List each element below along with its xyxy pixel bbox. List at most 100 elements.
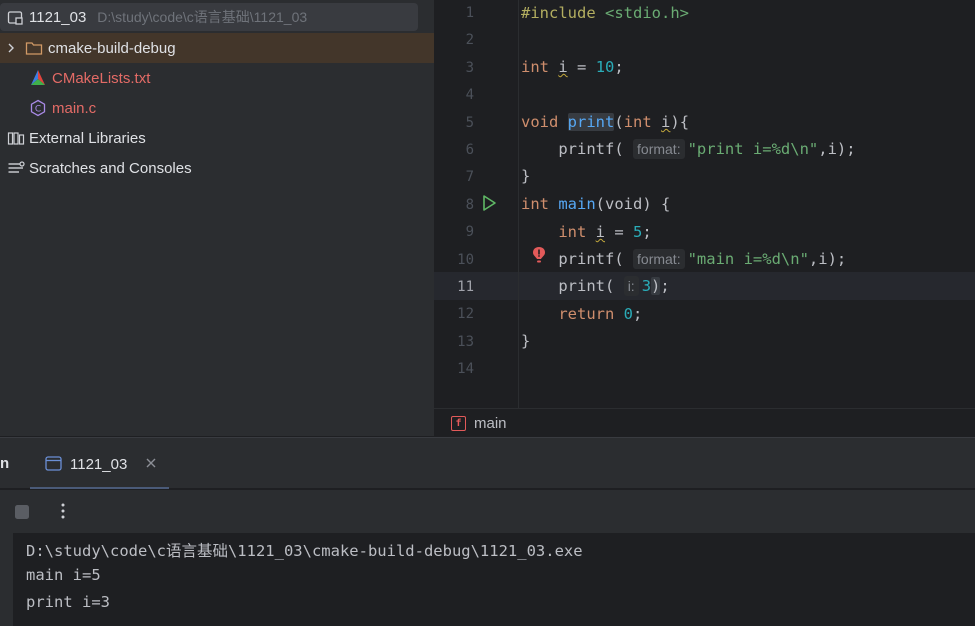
line-number: 6 xyxy=(465,142,474,158)
token: ,i); xyxy=(808,250,847,268)
token: 10 xyxy=(595,58,615,76)
console-line: D:\study\code\c语言基础\1121_03\cmake-build-… xyxy=(26,542,583,560)
token: ( xyxy=(605,277,615,295)
code-line-9[interactable]: int i = 5; xyxy=(521,219,652,246)
token: return xyxy=(558,305,615,323)
tree-item-cmakelists[interactable]: CMakeLists.txt xyxy=(0,63,434,93)
token: print xyxy=(567,113,615,131)
close-tab-icon[interactable] xyxy=(144,456,158,475)
tree-item-external-libraries[interactable]: External Libraries xyxy=(0,123,434,153)
token: main xyxy=(558,195,596,213)
inlay-hint: i: xyxy=(623,276,639,296)
line-number: 2 xyxy=(465,32,474,48)
run-tab-label: 1121_03 xyxy=(70,456,128,473)
token: (void) { xyxy=(595,195,671,213)
token: int xyxy=(558,223,587,241)
project-module-icon xyxy=(6,8,24,26)
token: printf xyxy=(558,250,615,268)
run-config-tab[interactable]: 1121_03 xyxy=(30,438,169,490)
token: ; xyxy=(660,277,670,295)
token: int xyxy=(521,195,549,213)
line-number: 14 xyxy=(457,361,474,377)
token: int xyxy=(521,58,549,76)
run-tab-partial-label: n xyxy=(0,455,10,472)
token: ; xyxy=(642,223,652,241)
code-line-7[interactable]: } xyxy=(521,163,530,190)
code-line-6[interactable]: printf( format: "print i=%d\n",i); xyxy=(521,136,856,163)
tree-item-label: main.c xyxy=(52,99,97,117)
token: ; xyxy=(633,305,643,323)
token: print xyxy=(558,277,605,295)
inlay-hint: format: xyxy=(633,249,685,269)
token: #include xyxy=(521,4,596,22)
token: ,i); xyxy=(818,140,856,158)
folder-icon xyxy=(25,39,43,57)
line-number: 4 xyxy=(465,87,474,103)
tree-item-scratches[interactable]: Scratches and Consoles xyxy=(0,153,434,183)
token: i xyxy=(558,58,568,76)
console-tab-icon xyxy=(45,456,62,476)
token: 3 xyxy=(641,277,652,295)
code-line-10[interactable]: printf( format: "main i=%d\n",i); xyxy=(521,246,846,273)
inlay-hint: format: xyxy=(633,139,685,159)
line-number: 5 xyxy=(465,115,474,131)
token: i xyxy=(661,113,671,131)
chevron-right-icon[interactable] xyxy=(5,39,17,57)
tree-item-label: CMakeLists.txt xyxy=(52,69,151,87)
token: "print i=%d\n" xyxy=(687,140,819,158)
code-line-8[interactable]: int main(void) { xyxy=(521,191,670,218)
run-console[interactable]: D:\study\code\c语言基础\1121_03\cmake-build-… xyxy=(0,533,975,626)
code-editor[interactable]: 1 2 3 4 5 6 7 8 9 10 11 12 13 14 #include <stdio.h> i… xyxy=(434,0,975,408)
token: = xyxy=(605,223,634,241)
console-line: print i=3 xyxy=(26,593,110,611)
c-file-icon: C xyxy=(29,99,47,117)
tree-item-main-c[interactable]: C main.c xyxy=(0,93,434,123)
token: ( xyxy=(614,140,624,158)
function-icon: f xyxy=(451,416,466,431)
code-line-5[interactable]: void print(int i){ xyxy=(521,109,689,136)
token: i xyxy=(595,223,606,241)
editor-breadcrumb[interactable]: f main xyxy=(434,408,975,438)
code-line-13[interactable]: } xyxy=(521,328,530,355)
run-toolbar xyxy=(0,489,975,534)
line-number: 12 xyxy=(457,306,474,322)
token: 5 xyxy=(633,223,643,241)
token: ; xyxy=(614,58,624,76)
token: = xyxy=(567,58,596,76)
scratches-icon xyxy=(7,159,25,177)
token: } xyxy=(521,332,531,350)
code-line-12[interactable]: return 0; xyxy=(521,301,642,328)
token: } xyxy=(521,167,531,185)
token: "main i=%d\n" xyxy=(687,250,809,268)
project-root-row[interactable]: 1121_03 D:\study\code\c语言基础\1121_03 xyxy=(0,3,418,31)
token: void xyxy=(521,113,559,131)
code-line-1[interactable]: #include <stdio.h> xyxy=(521,0,689,27)
line-number: 9 xyxy=(465,224,474,240)
token: printf xyxy=(558,140,615,158)
run-gutter-icon[interactable] xyxy=(481,194,498,216)
token: ( xyxy=(614,113,624,131)
console-gutter xyxy=(0,533,13,626)
line-number: 11 xyxy=(457,279,474,295)
code-line-3[interactable]: int i = 10; xyxy=(521,54,624,81)
token: int xyxy=(623,113,652,131)
token: ( xyxy=(614,250,624,268)
project-panel: 1121_03 D:\study\code\c语言基础\1121_03 cmak… xyxy=(0,0,434,436)
more-options-icon[interactable] xyxy=(60,502,66,525)
code-line-11[interactable]: print( i: 3); xyxy=(521,273,670,300)
token: ) xyxy=(651,277,661,295)
line-number: 3 xyxy=(465,60,474,76)
line-number: 1 xyxy=(465,5,474,21)
project-root-name: 1121_03 xyxy=(29,8,87,26)
line-number: 7 xyxy=(465,169,474,185)
breadcrumb-label: main xyxy=(474,415,507,432)
tree-item-label: Scratches and Consoles xyxy=(29,159,192,177)
tree-item-label: External Libraries xyxy=(29,129,146,147)
tree-item-label: cmake-build-debug xyxy=(48,39,176,57)
run-tool-window-header: n 1121_03 xyxy=(0,438,975,490)
stop-button[interactable] xyxy=(14,504,30,525)
cmake-icon xyxy=(29,69,47,87)
token: 0 xyxy=(623,305,634,323)
tree-item-cmake-build-debug[interactable]: cmake-build-debug xyxy=(0,33,434,63)
project-root-path: D:\study\code\c语言基础\1121_03 xyxy=(97,9,308,25)
